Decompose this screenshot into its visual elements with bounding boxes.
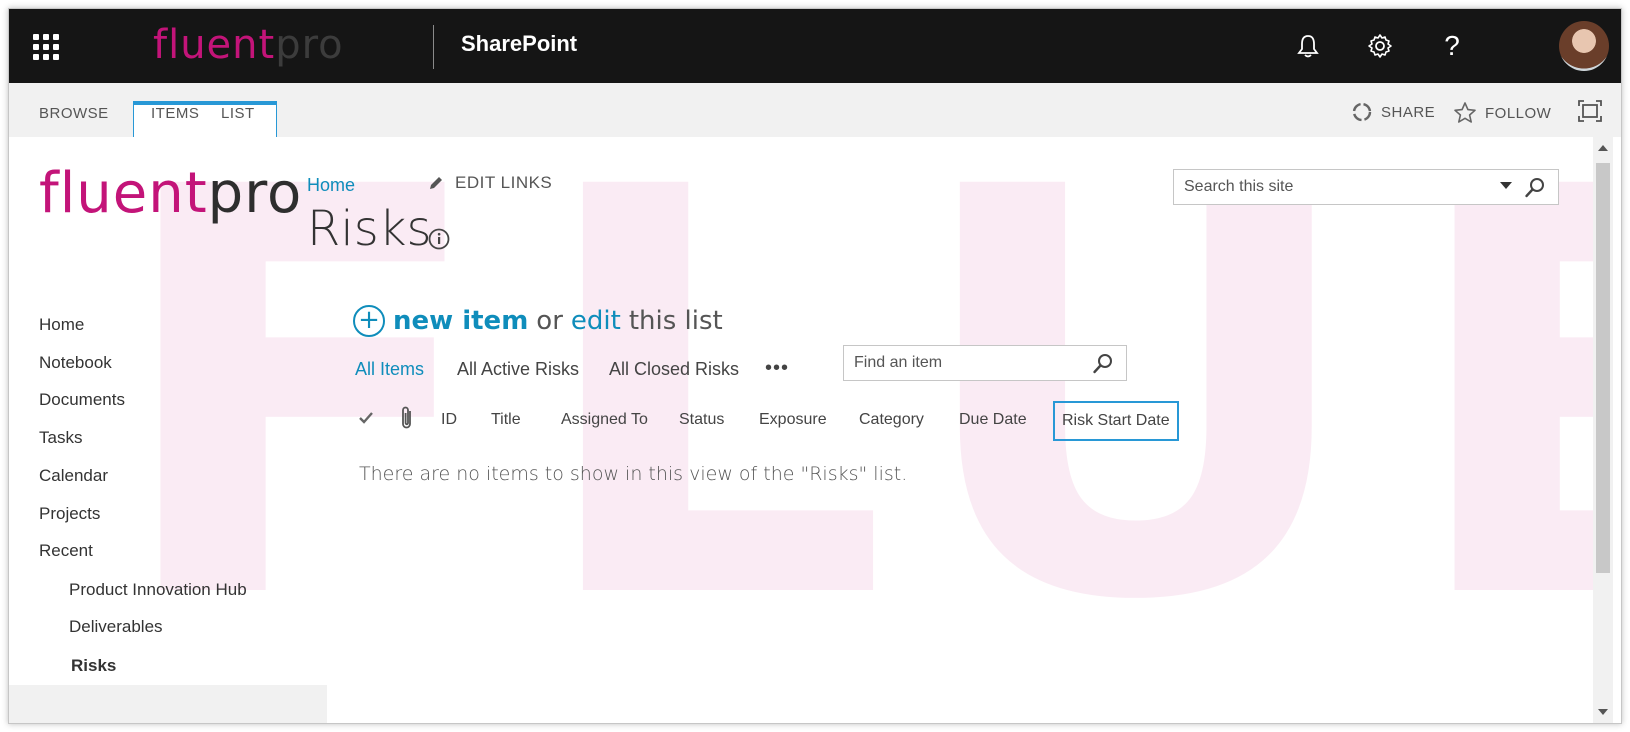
help-icon[interactable]: ?: [1437, 30, 1467, 61]
this-list-text: this list: [628, 306, 723, 336]
avatar[interactable]: [1559, 21, 1609, 71]
select-all-checkmark-icon[interactable]: [357, 409, 375, 432]
column-category[interactable]: Category: [859, 411, 924, 429]
tab-list[interactable]: LIST: [221, 105, 255, 122]
star-icon: [1454, 102, 1476, 123]
app-launcher-icon[interactable]: [33, 34, 59, 60]
bell-icon[interactable]: [1293, 31, 1323, 61]
top-nav-home[interactable]: Home: [307, 175, 355, 196]
edit-links-button[interactable]: EDIT LINKS: [427, 173, 552, 193]
column-exposure[interactable]: Exposure: [759, 411, 827, 429]
nav-item-tasks[interactable]: Tasks: [39, 428, 82, 448]
pencil-icon: [430, 177, 442, 189]
scroll-up-icon[interactable]: [1598, 145, 1608, 151]
site-search-input[interactable]: [1182, 170, 1496, 204]
column-id[interactable]: ID: [441, 411, 457, 429]
find-item-input[interactable]: [852, 346, 1086, 380]
or-text: or: [536, 306, 563, 336]
search-scope-dropdown-icon[interactable]: [1500, 182, 1512, 189]
follow-button[interactable]: FOLLOW: [1453, 101, 1551, 125]
share-button[interactable]: SHARE: [1351, 101, 1435, 123]
tab-items[interactable]: ITEMS: [151, 105, 199, 122]
nav-item-documents[interactable]: Documents: [39, 390, 125, 410]
info-icon[interactable]: [427, 227, 451, 255]
ribbon: BROWSE ITEMS LIST SHARE FOLLOW: [9, 83, 1621, 145]
site-search: [1173, 169, 1559, 205]
attachment-icon[interactable]: [399, 405, 415, 436]
focus-content-icon[interactable]: [1577, 99, 1603, 127]
nav-item-projects[interactable]: Projects: [39, 504, 100, 524]
scroll-down-icon[interactable]: [1598, 709, 1608, 715]
column-assigned-to[interactable]: Assigned To: [561, 411, 648, 429]
site-logo-part1: fluent: [39, 161, 208, 226]
page-title: Risks: [307, 201, 432, 257]
column-due-date[interactable]: Due Date: [959, 411, 1027, 429]
nav-item-risks[interactable]: Risks: [71, 656, 116, 676]
nav-item-notebook[interactable]: Notebook: [39, 353, 112, 373]
nav-item-home[interactable]: Home: [39, 315, 84, 335]
find-search-icon[interactable]: [1092, 353, 1114, 379]
view-all-active-risks[interactable]: All Active Risks: [457, 359, 579, 380]
site-logo[interactable]: fluentpro: [39, 159, 302, 229]
add-icon[interactable]: +: [353, 305, 385, 337]
suite-logo-part1: fluent: [153, 22, 276, 68]
find-item-box: [843, 345, 1127, 381]
follow-label: FOLLOW: [1485, 104, 1552, 122]
edit-links-label: EDIT LINKS: [455, 173, 553, 192]
share-icon: [1352, 102, 1372, 122]
browser-frame: fluentpro SharePoint ? BROWSE ITEMS LIST…: [8, 8, 1622, 724]
column-risk-start-date[interactable]: Risk Start Date: [1053, 401, 1179, 441]
suite-bar: fluentpro SharePoint ?: [9, 9, 1621, 83]
tab-browse[interactable]: BROWSE: [39, 105, 109, 122]
view-all-items[interactable]: All Items: [355, 359, 424, 380]
app-title[interactable]: SharePoint: [461, 31, 577, 57]
nav-selected-highlight: [9, 685, 327, 723]
site-logo-part2: pro: [207, 161, 303, 226]
scroll-thumb[interactable]: [1596, 163, 1610, 573]
gear-icon[interactable]: [1365, 31, 1395, 61]
nav-item-deliverables[interactable]: Deliverables: [69, 617, 163, 637]
new-item-bar: + new item or edit this list: [353, 305, 723, 337]
list-column-headers: ID Title Assigned To Status Exposure Cat…: [355, 401, 1185, 441]
share-label: SHARE: [1381, 103, 1436, 121]
suite-divider: [433, 25, 434, 69]
page-content: FLUEN fluentpro Home EDIT LINKS Risks Ho…: [9, 137, 1593, 723]
vertical-scrollbar[interactable]: [1593, 137, 1613, 723]
column-status[interactable]: Status: [679, 411, 724, 429]
edit-list-link[interactable]: edit: [571, 306, 621, 336]
more-views-icon[interactable]: •••: [765, 357, 789, 380]
nav-item-recent[interactable]: Recent: [39, 541, 93, 561]
empty-list-message: There are no items to show in this view …: [359, 463, 908, 485]
new-item-link[interactable]: new item: [393, 306, 528, 336]
nav-item-calendar[interactable]: Calendar: [39, 466, 108, 486]
suite-logo[interactable]: fluentpro: [153, 21, 344, 69]
nav-item-product-innovation-hub[interactable]: Product Innovation Hub: [69, 580, 247, 600]
column-title[interactable]: Title: [491, 411, 521, 429]
search-icon[interactable]: [1524, 177, 1546, 203]
view-all-closed-risks[interactable]: All Closed Risks: [609, 359, 739, 380]
suite-logo-part2: pro: [275, 22, 344, 68]
